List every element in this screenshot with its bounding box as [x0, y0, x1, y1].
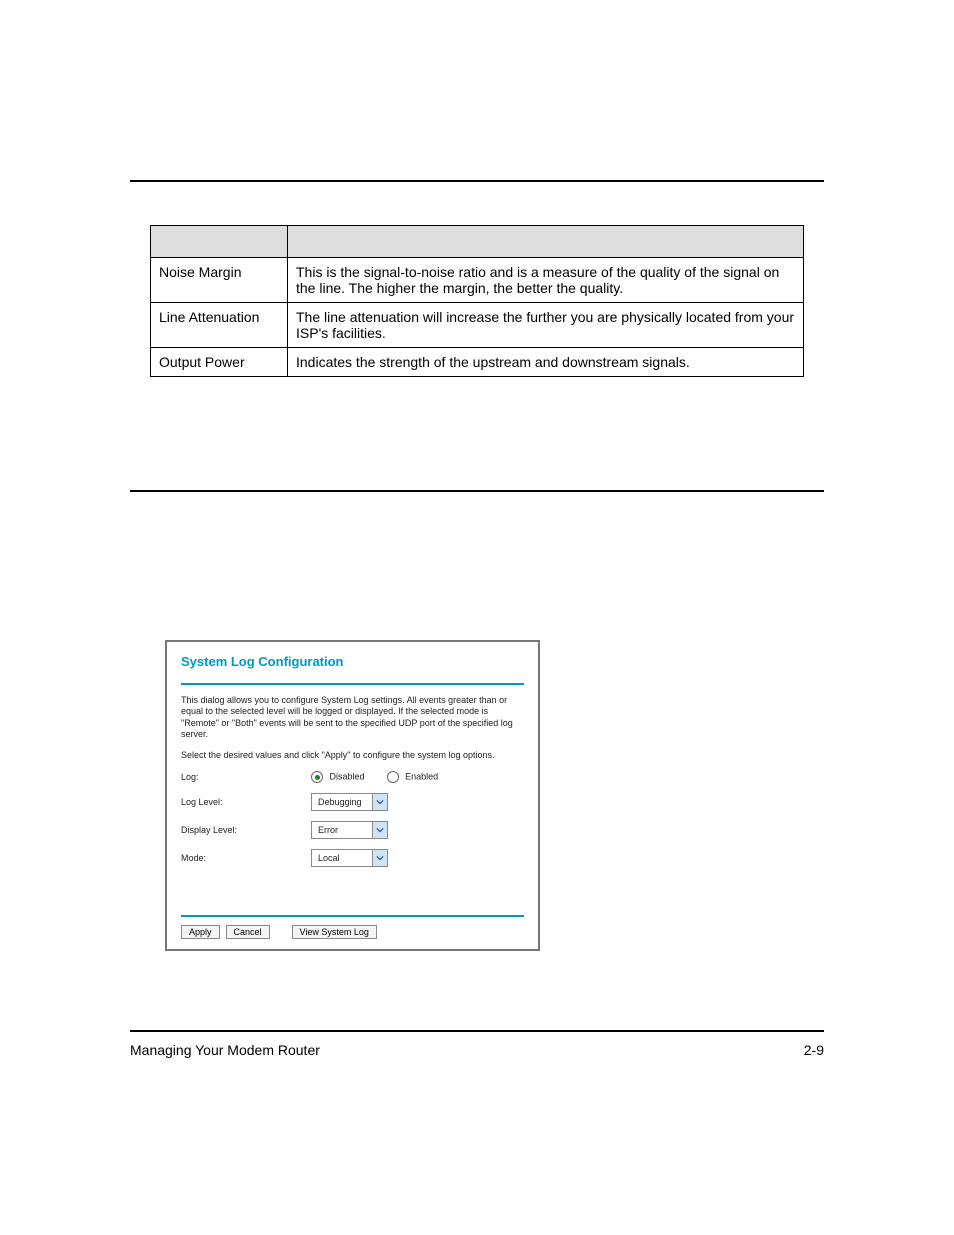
- apply-button[interactable]: Apply: [181, 925, 220, 939]
- select-value: Local: [312, 853, 372, 863]
- system-log-dialog: System Log Configuration This dialog all…: [165, 640, 540, 951]
- table-row: Noise Margin This is the signal-to-noise…: [151, 258, 804, 303]
- section-rule: [130, 490, 824, 492]
- select-value: Error: [312, 825, 372, 835]
- page-number: 2-9: [804, 1042, 824, 1058]
- display-level-select[interactable]: Error: [311, 821, 388, 839]
- param-name: Output Power: [151, 348, 288, 377]
- dialog-divider: [181, 915, 524, 917]
- chevron-down-icon: [372, 794, 387, 810]
- param-name: Line Attenuation: [151, 303, 288, 348]
- cancel-button[interactable]: Cancel: [226, 925, 270, 939]
- chevron-down-icon: [372, 822, 387, 838]
- dialog-description-1: This dialog allows you to configure Syst…: [181, 695, 524, 740]
- radio-label: Disabled: [330, 772, 365, 782]
- footer-rule: [130, 1030, 824, 1032]
- parameter-table: Noise Margin This is the signal-to-noise…: [150, 225, 804, 377]
- section-paragraph: This screen allows you to view the syste…: [130, 510, 824, 548]
- radio-label: Enabled: [405, 772, 438, 782]
- table-row: Output Power Indicates the strength of t…: [151, 348, 804, 377]
- dialog-divider: [181, 683, 524, 685]
- log-label: Log:: [181, 772, 311, 782]
- doc-header-title: DM111PSPv2 ADSL2+ Ethernet Modem Router …: [446, 150, 824, 166]
- mode-label: Mode:: [181, 853, 311, 863]
- log-disabled-option[interactable]: Disabled: [311, 771, 365, 783]
- mode-select[interactable]: Local: [311, 849, 388, 867]
- log-enabled-option[interactable]: Enabled: [387, 771, 439, 783]
- top-rule: [130, 180, 824, 182]
- param-desc: The line attenuation will increase the f…: [288, 303, 804, 348]
- footer-section-title: Managing Your Modem Router: [130, 1042, 320, 1058]
- param-name: Noise Margin: [151, 258, 288, 303]
- select-value: Debugging: [312, 797, 372, 807]
- dialog-description-2: Select the desired values and click "App…: [181, 750, 524, 761]
- radio-icon: [387, 771, 399, 783]
- doc-version: v1.0, November 2009: [130, 1070, 226, 1081]
- chevron-down-icon: [372, 850, 387, 866]
- param-desc: This is the signal-to-noise ratio and is…: [288, 258, 804, 303]
- param-desc: Indicates the strength of the upstream a…: [288, 348, 804, 377]
- dialog-title: System Log Configuration: [181, 654, 524, 669]
- section-heading: System Log Configuration: [130, 460, 380, 483]
- display-level-label: Display Level:: [181, 825, 311, 835]
- log-level-label: Log Level:: [181, 797, 311, 807]
- table-row: Line Attenuation The line attenuation wi…: [151, 303, 804, 348]
- table-header-desc: [288, 226, 804, 258]
- log-level-select[interactable]: Debugging: [311, 793, 388, 811]
- radio-icon: [311, 771, 323, 783]
- table-header-param: [151, 226, 288, 258]
- view-system-log-button[interactable]: View System Log: [292, 925, 377, 939]
